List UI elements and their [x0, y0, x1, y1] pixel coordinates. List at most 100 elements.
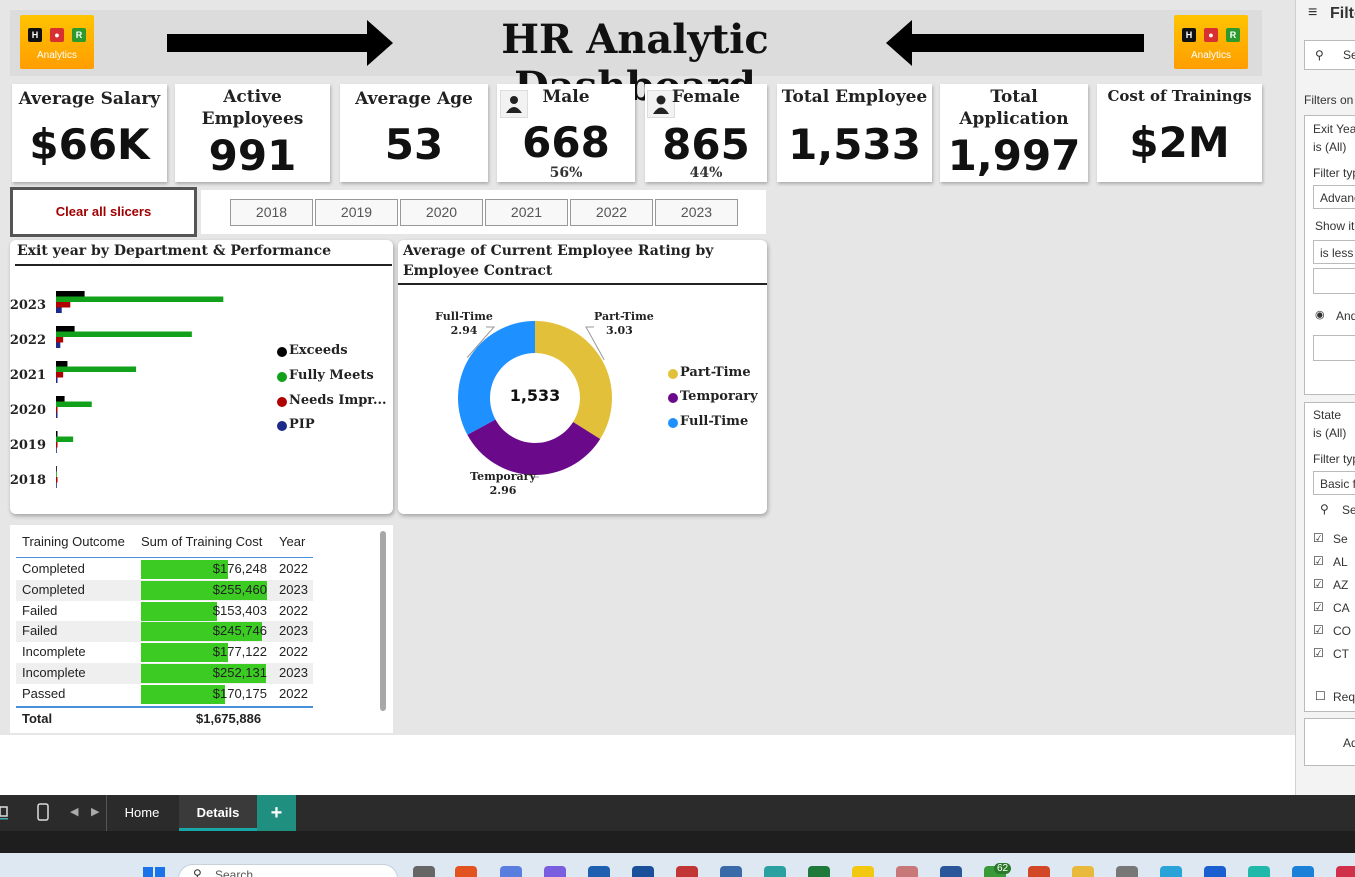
slice-full-time[interactable] [458, 321, 535, 435]
bar-pip[interactable] [56, 412, 58, 419]
state-checkbox[interactable]: ☑ [1313, 600, 1324, 614]
column-header-year[interactable]: Year [279, 534, 305, 549]
bar-exceeds[interactable] [56, 361, 68, 367]
power-bi-icon[interactable] [852, 866, 874, 877]
state-checkbox[interactable]: ☑ [1313, 623, 1324, 637]
app-icon[interactable] [1204, 866, 1226, 877]
bar-exceeds[interactable] [56, 396, 65, 402]
filter-type-dropdown[interactable]: Advanc [1313, 185, 1355, 209]
app-icon[interactable] [676, 866, 698, 877]
settings-icon[interactable] [1116, 866, 1138, 877]
kpi-value: 1,533 [788, 120, 921, 169]
bar-fully-meets[interactable] [56, 436, 74, 443]
table-row[interactable]: Incomplete $177,122 2022 [16, 642, 313, 664]
slice-temporary[interactable] [467, 419, 601, 475]
tab-home[interactable]: Home [106, 795, 178, 831]
app-icon[interactable] [720, 866, 742, 877]
cell-year: 2022 [279, 685, 308, 701]
filter-type-dropdown[interactable]: Basic fi [1313, 471, 1355, 495]
table-row[interactable]: Incomplete $252,131 2023 [16, 663, 313, 684]
add-filter-button[interactable]: Ad [1304, 718, 1355, 766]
year-slicer-2021[interactable]: 2021 [485, 199, 568, 226]
bar-pip[interactable] [56, 482, 57, 489]
bar-needs-impr-[interactable] [56, 407, 58, 413]
table-row[interactable]: Completed $255,460 2023 [16, 579, 313, 601]
kpi-value: $2M [1129, 118, 1230, 167]
app-icon[interactable] [455, 866, 477, 877]
table-row[interactable]: Failed $153,403 2022 [16, 600, 313, 622]
bar-pip[interactable] [56, 447, 57, 454]
clear-all-slicers-button[interactable]: Clear all slicers [10, 187, 197, 237]
app-icon[interactable] [1336, 866, 1355, 877]
excel-icon[interactable] [808, 866, 830, 877]
bar-exceeds[interactable] [56, 431, 58, 437]
scroll-right-icon[interactable]: ▶ [91, 805, 99, 818]
app-icon[interactable] [544, 866, 566, 877]
app-icon[interactable] [588, 866, 610, 877]
kpi-average-age: Average Age 53 [340, 84, 488, 182]
bar-fully-meets[interactable] [56, 471, 57, 478]
kpi-label: Average Salary [18, 89, 161, 109]
kpi-label: Active Employees [201, 87, 304, 129]
mobile-view-icon[interactable] [37, 803, 49, 821]
radio-and-icon[interactable]: ◉ [1315, 308, 1325, 321]
state-checkbox[interactable]: ☑ [1313, 646, 1324, 660]
cell-training-cost: $252,131 [212, 665, 267, 680]
year-slicer-2023[interactable]: 2023 [655, 199, 738, 226]
taskbar-search-box[interactable]: ⚲ Search [178, 864, 398, 877]
table-scrollbar[interactable] [380, 531, 386, 711]
app-icon[interactable] [500, 866, 522, 877]
bar-fully-meets[interactable] [56, 331, 192, 338]
bar-exceeds[interactable] [56, 466, 57, 472]
bar-fully-meets[interactable] [56, 296, 224, 303]
scroll-left-icon[interactable]: ◀ [70, 805, 78, 818]
search-placeholder[interactable]: Se [1342, 503, 1355, 517]
add-page-button[interactable]: + [257, 795, 296, 831]
bar-needs-impr-[interactable] [56, 477, 58, 483]
column-header-sum-training-cost[interactable]: Sum of Training Cost [141, 534, 262, 549]
word-icon[interactable] [940, 866, 962, 877]
tab-details[interactable]: Details [179, 795, 257, 831]
bar-pip[interactable] [56, 377, 58, 384]
condition-value-input[interactable] [1313, 268, 1355, 294]
slice-part-time[interactable] [535, 321, 612, 439]
bar-fully-meets[interactable] [56, 401, 92, 408]
bar-exceeds[interactable] [56, 291, 85, 297]
state-checkbox[interactable]: ☑ [1313, 577, 1324, 591]
app-icon[interactable] [1292, 866, 1314, 877]
app-icon[interactable] [1160, 866, 1182, 877]
state-checkbox[interactable]: ☑ [1313, 554, 1324, 568]
bar-exceeds[interactable] [56, 326, 75, 332]
app-icon[interactable] [1248, 866, 1270, 877]
edge-icon[interactable] [764, 866, 786, 877]
table-row[interactable]: Failed $245,746 2023 [16, 621, 313, 643]
app-icon[interactable] [896, 866, 918, 877]
year-slicer-2018[interactable]: 2018 [230, 199, 313, 226]
year-slicer-2022[interactable]: 2022 [570, 199, 653, 226]
filters-search-input[interactable]: ⚲ Se [1304, 40, 1355, 70]
year-slicer-2020[interactable]: 2020 [400, 199, 483, 226]
year-slicer-2019[interactable]: 2019 [315, 199, 398, 226]
cell-training-outcome: Completed [22, 561, 85, 576]
bar-needs-impr-[interactable] [56, 337, 64, 343]
file-explorer-icon[interactable] [1072, 866, 1094, 877]
task-view-icon[interactable] [413, 866, 435, 877]
require-checkbox[interactable]: ☐ [1315, 689, 1326, 703]
bar-pip[interactable] [56, 307, 62, 314]
bar-pip[interactable] [56, 342, 61, 349]
app-icon[interactable] [632, 866, 654, 877]
bar-needs-impr-[interactable] [56, 372, 64, 378]
table-row[interactable]: Completed $176,248 2022 [16, 559, 313, 580]
filter-menu-icon[interactable]: ≡ [1308, 4, 1317, 22]
app-icon[interactable] [1028, 866, 1050, 877]
second-value-input[interactable] [1313, 335, 1355, 361]
bar-needs-impr-[interactable] [56, 302, 71, 308]
windows-start-icon[interactable] [143, 867, 165, 877]
desktop-view-icon[interactable] [0, 805, 10, 821]
bar-fully-meets[interactable] [56, 366, 137, 373]
condition-dropdown[interactable]: is less [1313, 240, 1355, 264]
bar-needs-impr-[interactable] [56, 442, 58, 448]
column-header-training-outcome[interactable]: Training Outcome [22, 534, 125, 549]
state-checkbox[interactable]: ☑ [1313, 531, 1324, 545]
table-row[interactable]: Passed $170,175 2022 [16, 683, 313, 705]
